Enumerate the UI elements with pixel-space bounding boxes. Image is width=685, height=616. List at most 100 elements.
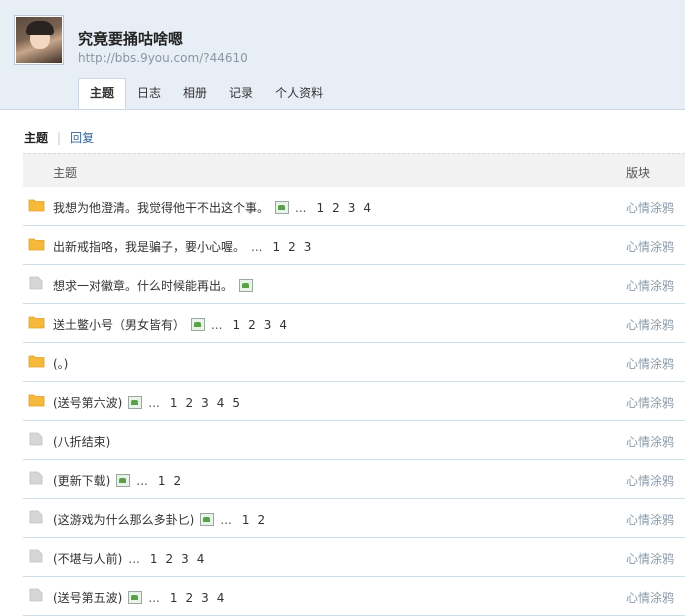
forum-link[interactable]: 心情涂鸦	[626, 433, 674, 450]
image-attachment-icon	[116, 474, 131, 487]
page-link[interactable]: 4	[217, 591, 225, 605]
topic-subnav: 主题 | 回复	[24, 129, 94, 146]
user-avatar[interactable]	[14, 15, 64, 65]
folder-hot-icon	[28, 393, 45, 407]
space-url[interactable]: http://bbs.9you.com/?44610	[78, 51, 248, 65]
folder-icon	[28, 588, 45, 602]
thread-title-link[interactable]: 出新戒指咯，我是骗子，要小心喔。	[53, 238, 245, 255]
thread-title-cell: 送土鳖小号（男女皆有）... 1 2 3 4	[53, 316, 287, 333]
page-link[interactable]: 2	[173, 474, 181, 488]
thread-title-cell: (不堪与人前)... 1 2 3 4	[53, 550, 204, 567]
thread-title-link[interactable]: 我想为他澄清。我觉得他干不出这个事。	[53, 199, 269, 216]
page-link[interactable]: 1	[242, 513, 250, 527]
page-link[interactable]: 2	[185, 591, 193, 605]
page-link[interactable]: 4	[197, 552, 205, 566]
forum-link[interactable]: 心情涂鸦	[626, 550, 674, 567]
subnav-topics[interactable]: 主题	[24, 129, 48, 146]
thread-title-link[interactable]: (送号第五波)	[53, 589, 122, 606]
page-link[interactable]: 2	[185, 396, 193, 410]
thread-title-link[interactable]: 送土鳖小号（男女皆有）	[53, 316, 185, 333]
forum-link[interactable]: 心情涂鸦	[626, 394, 674, 411]
thread-title-link[interactable]: (更新下载)	[53, 472, 110, 489]
page-link[interactable]: 2	[165, 552, 173, 566]
table-row: (不堪与人前)... 1 2 3 4 心情涂鸦	[23, 538, 685, 577]
page-link[interactable]: 2	[332, 201, 340, 215]
forum-link[interactable]: 心情涂鸦	[626, 199, 674, 216]
thread-title-cell: (送号第六波)... 1 2 3 4 5	[53, 394, 240, 411]
folder-icon	[28, 510, 45, 524]
page-link[interactable]: 3	[304, 240, 312, 254]
thread-title-link[interactable]: 想求一对徽章。什么时候能再出。	[53, 277, 233, 294]
page-link[interactable]: 4	[279, 318, 287, 332]
thread-list: 我想为他澄清。我觉得他干不出这个事。... 1 2 3 4 心情涂鸦 出新戒指咯，我是骗子，…	[23, 187, 685, 616]
forum-link[interactable]: 心情涂鸦	[626, 277, 674, 294]
page-link[interactable]: 5	[232, 396, 240, 410]
thread-title-cell: (这游戏为什么那么多卦匕)... 1 2	[53, 511, 265, 528]
folder-hot-icon	[28, 315, 45, 329]
folder-hot-icon	[28, 354, 45, 368]
subnav-replies[interactable]: 回复	[70, 129, 94, 146]
page-link[interactable]: 4	[363, 201, 371, 215]
pagination-ellipsis: ...	[136, 473, 148, 488]
pagination-ellipsis: ...	[295, 200, 307, 215]
table-row: 送土鳖小号（男女皆有）... 1 2 3 4 心情涂鸦	[23, 304, 685, 343]
tab-blog[interactable]: 日志	[126, 79, 172, 108]
page-link[interactable]: 1	[170, 591, 178, 605]
page-link[interactable]: 1	[150, 552, 158, 566]
forum-link[interactable]: 心情涂鸦	[626, 589, 674, 606]
tab-album[interactable]: 相册	[172, 79, 218, 108]
table-row: 我想为他澄清。我觉得他干不出这个事。... 1 2 3 4 心情涂鸦	[23, 187, 685, 226]
pagination-ellipsis: ...	[211, 317, 223, 332]
folder-hot-icon	[28, 198, 45, 212]
thread-title-cell: 想求一对徽章。什么时候能再出。	[53, 277, 254, 294]
page-link[interactable]: 1	[316, 201, 324, 215]
avatar-image	[16, 17, 62, 63]
tab-topics[interactable]: 主题	[78, 78, 127, 109]
thread-title-cell: 出新戒指咯，我是骗子，要小心喔。... 1 2 3	[53, 238, 311, 255]
tab-profile[interactable]: 个人资料	[264, 79, 334, 108]
image-attachment-icon	[191, 318, 206, 331]
page-link[interactable]: 1	[158, 474, 166, 488]
page-link[interactable]: 4	[217, 396, 225, 410]
pagination-ellipsis: ...	[148, 590, 160, 605]
thread-title-link[interactable]: (。)	[53, 355, 68, 372]
thread-title-cell: (更新下载)... 1 2	[53, 472, 181, 489]
page-link[interactable]: 3	[348, 201, 356, 215]
forum-link[interactable]: 心情涂鸦	[626, 511, 674, 528]
thread-title-link[interactable]: (这游戏为什么那么多卦匕)	[53, 511, 194, 528]
thread-title-link[interactable]: (送号第六波)	[53, 394, 122, 411]
forum-link[interactable]: 心情涂鸦	[626, 355, 674, 372]
table-row: (八折结束) 心情涂鸦	[23, 421, 685, 460]
thread-title-link[interactable]: (不堪与人前)	[53, 550, 122, 567]
page-link[interactable]: 1	[170, 396, 178, 410]
image-attachment-icon	[128, 396, 143, 409]
page-link[interactable]: 3	[181, 552, 189, 566]
folder-icon	[28, 549, 45, 563]
table-row: (送号第五波)... 1 2 3 4 心情涂鸦	[23, 577, 685, 616]
image-attachment-icon	[128, 591, 143, 604]
page-link[interactable]: 2	[288, 240, 296, 254]
page-link[interactable]: 2	[257, 513, 265, 527]
page-link[interactable]: 3	[264, 318, 272, 332]
thread-title-cell: 我想为他澄清。我觉得他干不出这个事。... 1 2 3 4	[53, 199, 371, 216]
table-row: 想求一对徽章。什么时候能再出。 心情涂鸦	[23, 265, 685, 304]
forum-link[interactable]: 心情涂鸦	[626, 472, 674, 489]
page-link[interactable]: 3	[201, 591, 209, 605]
table-row: (送号第六波)... 1 2 3 4 5 心情涂鸦	[23, 382, 685, 421]
space-name[interactable]: 究竟要捅咕啥嗯	[78, 28, 183, 49]
forum-link[interactable]: 心情涂鸦	[626, 316, 674, 333]
table-row: (更新下载)... 1 2 心情涂鸦	[23, 460, 685, 499]
page-link[interactable]: 3	[201, 396, 209, 410]
thread-title-cell: (送号第五波)... 1 2 3 4	[53, 589, 224, 606]
page-link[interactable]: 2	[248, 318, 256, 332]
table-row: (。) 心情涂鸦	[23, 343, 685, 382]
column-title-header: 主题	[53, 166, 78, 180]
image-attachment-icon	[239, 279, 254, 292]
thread-table: 主题 版块 我想为他澄清。我觉得他干不出这个事。... 1 2 3 4 心情涂鸦 出新戒指咯…	[23, 153, 685, 616]
page-link[interactable]: 1	[232, 318, 240, 332]
page-link[interactable]: 1	[272, 240, 280, 254]
thread-title-cell: (。)	[53, 355, 68, 372]
thread-title-link[interactable]: (八折结束)	[53, 433, 110, 450]
forum-link[interactable]: 心情涂鸦	[626, 238, 674, 255]
tab-records[interactable]: 记录	[218, 79, 264, 108]
